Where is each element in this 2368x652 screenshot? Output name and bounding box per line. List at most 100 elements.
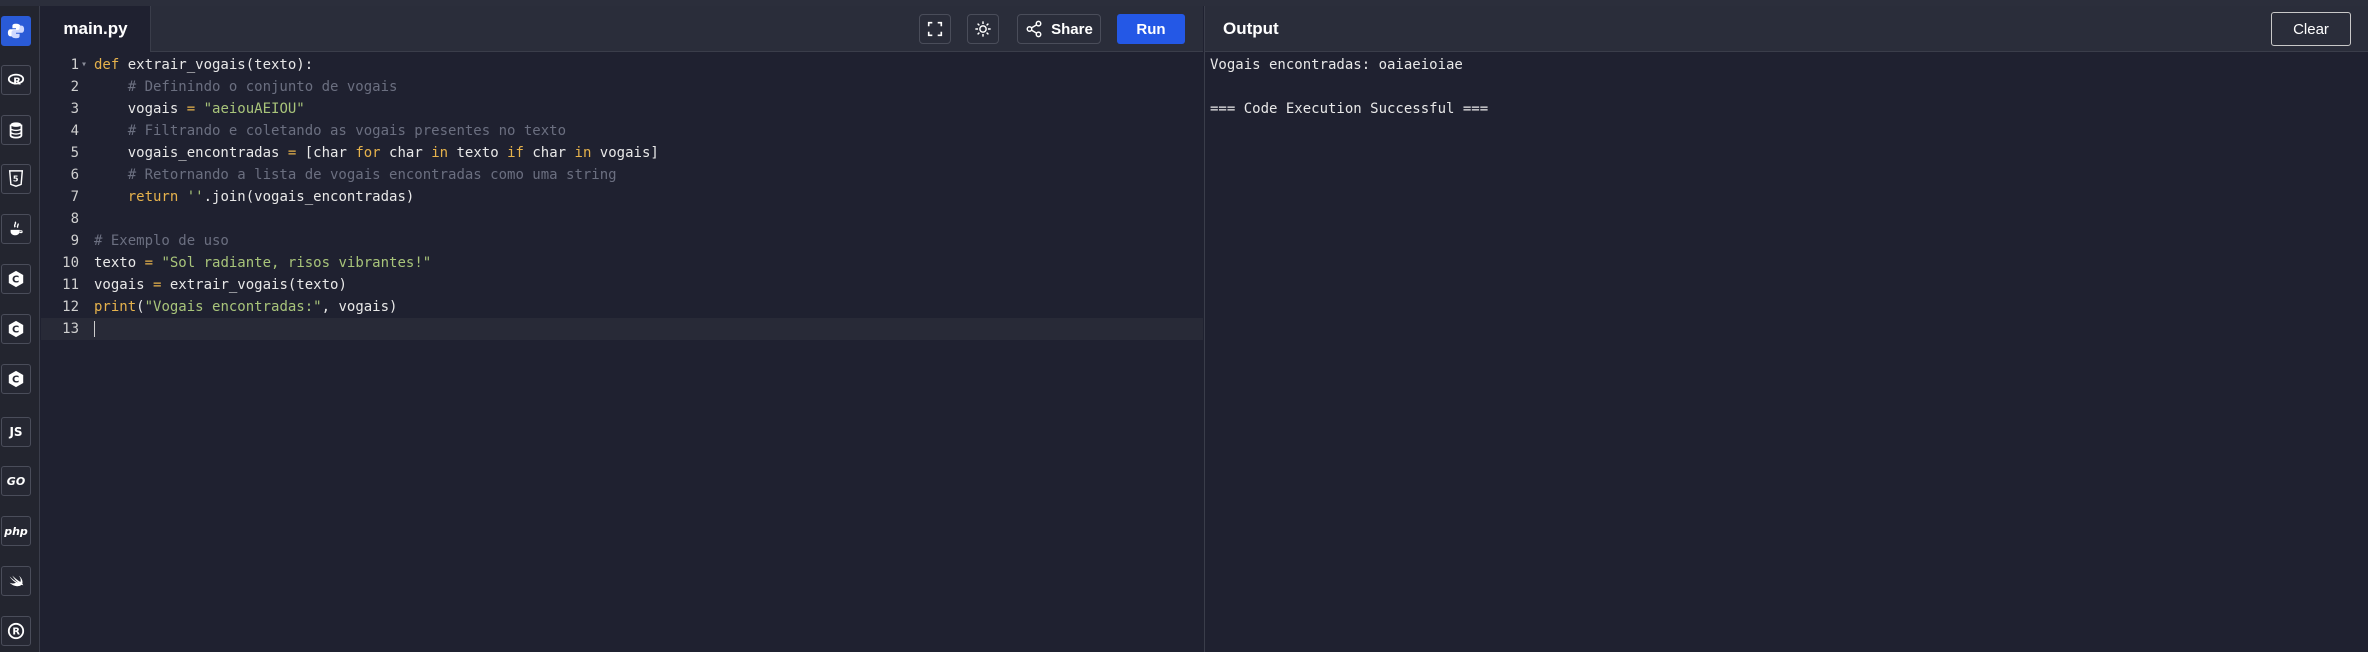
code-token: in <box>574 145 592 161</box>
code-token: = <box>144 255 154 271</box>
code-token: return <box>127 189 179 205</box>
code-token: = <box>186 101 196 117</box>
line-number: 6 <box>70 167 79 183</box>
share-button[interactable]: Share <box>1017 14 1101 44</box>
code-token: "Vogais encontradas:" <box>144 299 322 315</box>
code-editor[interactable]: 1 ▾ def extrair_vogais(texto): 2 # Definind… <box>41 52 1203 652</box>
line-number: 7 <box>70 189 79 205</box>
file-tab-main[interactable]: main.py <box>41 6 151 52</box>
go-icon[interactable]: GO <box>1 466 31 496</box>
line-number: 1 <box>70 57 79 73</box>
code-line[interactable]: 8 <box>41 208 1203 230</box>
code-line[interactable]: 2 # Definindo o conjunto de vogais <box>41 76 1203 98</box>
code-token: in <box>431 145 449 161</box>
output-line: Vogais encontradas: oaiaeioiae <box>1210 57 1463 73</box>
line-code: # Filtrando e coletando as vogais presen… <box>94 120 566 142</box>
r-icon[interactable]: R <box>1 65 31 95</box>
line-number: 3 <box>70 101 79 117</box>
php-icon[interactable]: php <box>1 516 31 546</box>
svg-text:C: C <box>12 325 19 336</box>
line-number: 5 <box>70 145 79 161</box>
line-code: texto = "Sol radiante, risos vibrantes!" <box>94 252 431 274</box>
output-line: === Code Execution Successful === <box>1210 101 1489 117</box>
line-code: # Definindo o conjunto de vogais <box>94 76 398 98</box>
code-token: char <box>380 145 432 161</box>
code-line[interactable]: 12 print("Vogais encontradas:", vogais) <box>41 296 1203 318</box>
cpp-icon[interactable]: C <box>1 314 31 344</box>
code-line[interactable]: 11 vogais = extrair_vogais(texto) <box>41 274 1203 296</box>
java-icon[interactable] <box>1 214 31 244</box>
code-line[interactable]: 5 vogais_encontradas = [char for char in… <box>41 142 1203 164</box>
code-token: def <box>94 57 128 73</box>
line-number: 11 <box>62 277 79 293</box>
code-token: texto <box>94 255 145 271</box>
line-code: vogais_encontradas = [char for char in t… <box>94 142 659 164</box>
share-icon <box>1026 20 1042 38</box>
code-token: if <box>507 145 524 161</box>
editor-toolbar: main.py Share Run <box>41 6 1203 52</box>
code-token: # Filtrando e coletando as vogais presen… <box>127 123 567 139</box>
code-line[interactable]: 10 texto = "Sol radiante, risos vibrantes… <box>41 252 1203 274</box>
code-line[interactable]: 3 vogais = "aeiouAEIOU" <box>41 98 1203 120</box>
code-line[interactable]: 9 # Exemplo de uso <box>41 230 1203 252</box>
code-token: '' <box>186 189 204 205</box>
swift-icon[interactable] <box>1 566 31 596</box>
language-sidebar: R 5 C C C JS GO php R <box>0 6 40 652</box>
code-token: vogais <box>94 277 154 293</box>
output-title: Output <box>1223 19 1279 38</box>
code-token: extrair_vogais(texto) <box>161 277 347 293</box>
fullscreen-button[interactable] <box>919 14 951 44</box>
line-number: 10 <box>62 255 79 271</box>
svg-text:R: R <box>13 77 21 88</box>
svg-text:C: C <box>12 375 19 386</box>
code-token: vogais] <box>591 145 659 161</box>
line-number: 4 <box>70 123 79 139</box>
code-token: print <box>94 299 137 315</box>
code-token: vogais_encontradas <box>94 145 288 161</box>
line-number: 9 <box>70 233 79 249</box>
code-token: texto <box>448 145 508 161</box>
csharp-icon[interactable]: C <box>1 364 31 394</box>
line-code: print("Vogais encontradas:", vogais) <box>94 296 397 318</box>
code-token: for <box>355 145 381 161</box>
code-token: .join(vogais_encontradas) <box>203 189 415 205</box>
code-token: , vogais) <box>321 299 398 315</box>
line-code: vogais = "aeiouAEIOU" <box>94 98 305 120</box>
code-token: [char <box>296 145 356 161</box>
sql-icon[interactable] <box>1 115 31 145</box>
python-icon[interactable] <box>1 16 31 46</box>
line-code: def extrair_vogais(texto): <box>94 54 313 76</box>
c-icon[interactable]: C <box>1 264 31 294</box>
code-line[interactable]: 6 # Retornando a lista de vogais encontr… <box>41 164 1203 186</box>
code-token: vogais <box>94 101 187 117</box>
javascript-icon[interactable]: JS <box>1 417 31 447</box>
line-number: 2 <box>70 79 79 95</box>
line-code: # Exemplo de uso <box>94 230 229 252</box>
sun-icon <box>975 21 991 37</box>
fold-arrow-icon[interactable]: ▾ <box>81 54 87 76</box>
clear-button[interactable]: Clear <box>2271 12 2351 46</box>
code-line[interactable]: 13 <box>41 318 1203 340</box>
code-token: # Definindo o conjunto de vogais <box>127 79 398 95</box>
line-number: 13 <box>62 321 79 337</box>
code-line[interactable]: 4 # Filtrando e coletando as vogais pres… <box>41 120 1203 142</box>
line-code: return ''.join(vogais_encontradas) <box>94 186 415 208</box>
code-token: "Sol radiante, risos vibrantes!" <box>161 255 432 271</box>
html5-icon[interactable]: 5 <box>1 164 31 194</box>
run-button[interactable]: Run <box>1117 14 1185 44</box>
rust-icon[interactable]: R <box>1 616 31 646</box>
svg-text:C: C <box>12 275 19 286</box>
fullscreen-icon <box>927 21 943 37</box>
theme-toggle-button[interactable] <box>967 14 999 44</box>
code-token: # Exemplo de uso <box>94 233 229 249</box>
code-token: char <box>523 145 575 161</box>
code-line[interactable]: 1 ▾ def extrair_vogais(texto): <box>41 54 1203 76</box>
text-cursor <box>94 321 95 337</box>
output-toolbar: Output Clear <box>1204 6 2368 52</box>
code-line[interactable]: 7 return ''.join(vogais_encontradas) <box>41 186 1203 208</box>
